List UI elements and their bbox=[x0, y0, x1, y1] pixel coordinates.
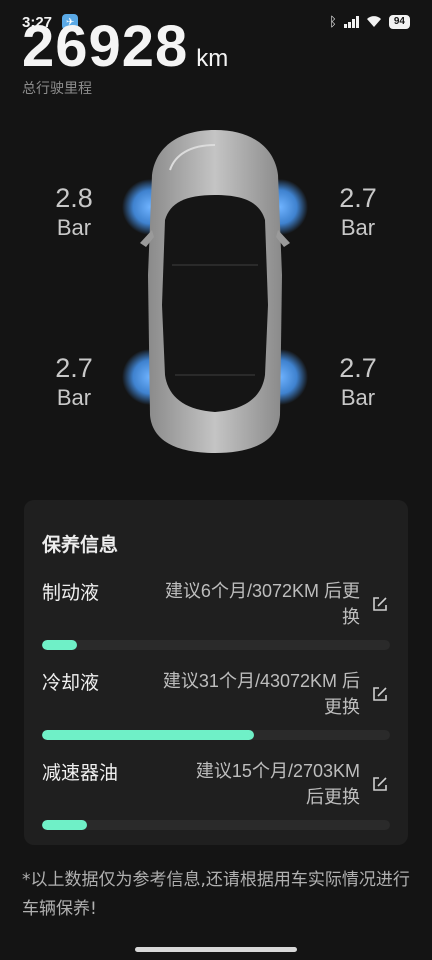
maintenance-item-desc: 建议6个月/3072KM 后更 换 bbox=[164, 581, 360, 627]
maintenance-item-desc: 建议31个月/43072KM 后 更换 bbox=[162, 671, 360, 717]
maintenance-item-name: 冷却液 bbox=[42, 672, 100, 694]
odometer-label: 总行驶里程 bbox=[22, 81, 92, 97]
odometer-unit: km bbox=[196, 45, 229, 72]
cellular-signal-icon bbox=[343, 16, 359, 28]
tire-pressure-unit: Bar bbox=[340, 215, 376, 240]
maintenance-item-desc: 建议15个月/2703KM 后更换 bbox=[195, 761, 360, 807]
battery-icon: 94 bbox=[388, 15, 410, 29]
edit-icon[interactable] bbox=[372, 596, 388, 612]
tire-rear-left: 2.7 Bar bbox=[34, 352, 114, 412]
tire-front-right: 2.7 Bar bbox=[318, 182, 398, 242]
tire-pressure-value: 2.7 bbox=[55, 353, 93, 383]
progress-fill bbox=[42, 730, 255, 740]
tire-pressure-unit: Bar bbox=[56, 385, 92, 410]
tire-pressure-value: 2.7 bbox=[339, 183, 377, 213]
maintenance-card: 保养信息 制动液 建议6个月/3072KM 后更 换 冷却液 建议31个月/43… bbox=[24, 500, 408, 845]
disclaimer-note: *以上数据仅为参考信息,还请根据用车实际情况进行车辆保养! bbox=[22, 870, 410, 919]
coolant-progress-bar bbox=[42, 730, 390, 740]
tire-front-left: 2.8 Bar bbox=[34, 182, 114, 242]
tire-pressure-value: 2.7 bbox=[339, 353, 377, 383]
maintenance-title: 保养信息 bbox=[42, 534, 119, 556]
progress-fill bbox=[42, 820, 88, 830]
tire-pressure-value: 2.8 bbox=[55, 183, 93, 213]
home-indicator[interactable] bbox=[135, 947, 297, 952]
reducer-oil-progress-bar bbox=[42, 820, 390, 830]
brake-fluid-progress-bar bbox=[42, 640, 390, 650]
maintenance-item-name: 制动液 bbox=[42, 582, 100, 604]
bluetooth-icon: ᛒ bbox=[329, 14, 337, 30]
edit-icon[interactable] bbox=[372, 776, 388, 792]
odometer: 26928 km bbox=[22, 18, 228, 76]
tire-pressure-unit: Bar bbox=[56, 215, 92, 240]
edit-icon[interactable] bbox=[372, 686, 388, 702]
progress-fill bbox=[42, 640, 77, 650]
tire-rear-right: 2.7 Bar bbox=[318, 352, 398, 412]
wifi-icon bbox=[366, 16, 381, 27]
car-top-view-image bbox=[122, 130, 308, 453]
odometer-value: 26928 bbox=[22, 14, 189, 79]
maintenance-item-name: 减速器油 bbox=[42, 762, 119, 784]
tire-pressure-unit: Bar bbox=[340, 385, 376, 410]
